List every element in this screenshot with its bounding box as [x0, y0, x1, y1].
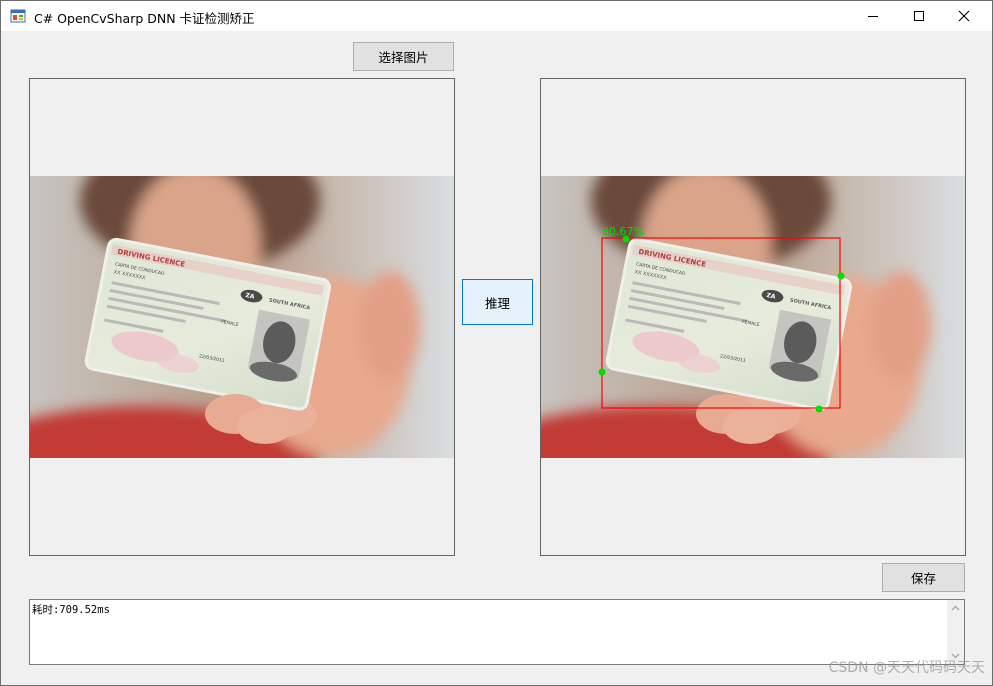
infer-button[interactable]: 推理 — [462, 279, 533, 325]
watermark-text: CSDN @天天代码码天天 — [828, 660, 985, 676]
result-image: DRIVING LICENCE CARTA DE CONDUCAO XX XXX… — [541, 176, 965, 458]
close-button[interactable] — [941, 1, 987, 31]
save-button[interactable]: 保存 — [882, 563, 965, 592]
result-picturebox: DRIVING LICENCE CARTA DE CONDUCAO XX XXX… — [540, 78, 966, 556]
close-icon — [958, 10, 970, 22]
log-scrollbar[interactable] — [947, 600, 964, 664]
confidence-label: 80.67% — [602, 225, 644, 238]
window-title: C# OpenCvSharp DNN 卡证检测矫正 — [34, 11, 255, 26]
app-icon — [10, 9, 26, 23]
corner-keypoint — [598, 368, 606, 376]
source-image: DRIVING LICENCE CARTA DE CONDUCAO XX XXX… — [30, 176, 454, 458]
maximize-icon — [914, 11, 924, 21]
corner-keypoint — [622, 235, 630, 243]
minimize-button[interactable] — [850, 1, 896, 31]
save-label: 保存 — [910, 571, 936, 586]
select-image-label: 选择图片 — [378, 50, 429, 65]
app-window: C# OpenCvSharp DNN 卡证检测矫正 选择图片 DRIVING L… — [0, 0, 993, 686]
minimize-icon — [868, 16, 878, 17]
scroll-up-arrow-icon[interactable] — [951, 605, 960, 611]
maximize-button[interactable] — [896, 1, 942, 31]
corner-keypoint — [815, 405, 823, 413]
select-image-button[interactable]: 选择图片 — [353, 42, 454, 71]
infer-label: 推理 — [484, 295, 510, 311]
title-bar[interactable]: C# OpenCvSharp DNN 卡证检测矫正 — [1, 1, 992, 31]
corner-keypoint — [837, 272, 845, 280]
log-textbox[interactable]: 耗时:709.52ms — [29, 599, 965, 665]
elapsed-time-text: 耗时:709.52ms — [32, 604, 110, 616]
source-picturebox: DRIVING LICENCE CARTA DE CONDUCAO XX XXX… — [29, 78, 455, 556]
